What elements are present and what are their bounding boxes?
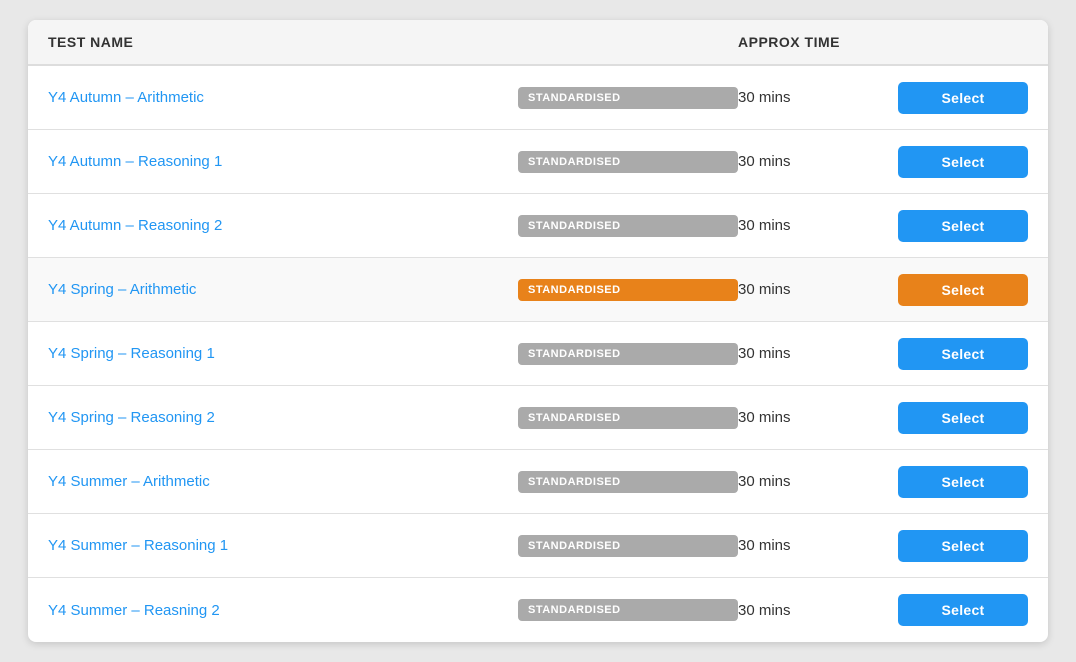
table-row: Y4 Summer – Reasning 2 STANDARDISED 30 m… — [28, 578, 1048, 642]
select-button[interactable]: Select — [898, 530, 1028, 562]
standardised-badge: STANDARDISED — [518, 279, 738, 301]
standardised-badge: STANDARDISED — [518, 471, 738, 493]
test-name-link[interactable]: Y4 Autumn – Arithmetic — [48, 89, 518, 106]
time-text: 30 mins — [738, 153, 898, 170]
select-button[interactable]: Select — [898, 402, 1028, 434]
table-body: Y4 Autumn – Arithmetic STANDARDISED 30 m… — [28, 66, 1048, 642]
test-name-link[interactable]: Y4 Autumn – Reasoning 1 — [48, 153, 518, 170]
standardised-badge: STANDARDISED — [518, 535, 738, 557]
table-row: Y4 Spring – Reasoning 1 STANDARDISED 30 … — [28, 322, 1048, 386]
time-text: 30 mins — [738, 281, 898, 298]
standardised-badge: STANDARDISED — [518, 151, 738, 173]
time-text: 30 mins — [738, 89, 898, 106]
table-row: Y4 Spring – Reasoning 2 STANDARDISED 30 … — [28, 386, 1048, 450]
table-row: Y4 Summer – Reasoning 1 STANDARDISED 30 … — [28, 514, 1048, 578]
standardised-badge: STANDARDISED — [518, 343, 738, 365]
select-button[interactable]: Select — [898, 146, 1028, 178]
select-button[interactable]: Select — [898, 82, 1028, 114]
test-table: TEST NAME APPROX TIME Y4 Autumn – Arithm… — [28, 20, 1048, 642]
test-name-link[interactable]: Y4 Spring – Arithmetic — [48, 281, 518, 298]
standardised-badge: STANDARDISED — [518, 599, 738, 621]
select-button[interactable]: Select — [898, 466, 1028, 498]
test-name-link[interactable]: Y4 Spring – Reasoning 1 — [48, 345, 518, 362]
table-row: Y4 Summer – Arithmetic STANDARDISED 30 m… — [28, 450, 1048, 514]
standardised-badge: STANDARDISED — [518, 215, 738, 237]
time-text: 30 mins — [738, 409, 898, 426]
test-name-link[interactable]: Y4 Autumn – Reasoning 2 — [48, 217, 518, 234]
col-header-test-name: TEST NAME — [48, 34, 518, 50]
table-row: Y4 Autumn – Arithmetic STANDARDISED 30 m… — [28, 66, 1048, 130]
col-header-action — [898, 34, 1028, 50]
select-button[interactable]: Select — [898, 274, 1028, 306]
test-name-link[interactable]: Y4 Summer – Reasning 2 — [48, 602, 518, 619]
time-text: 30 mins — [738, 602, 898, 619]
col-header-approx-time: APPROX TIME — [738, 34, 898, 50]
select-button[interactable]: Select — [898, 594, 1028, 626]
table-header: TEST NAME APPROX TIME — [28, 20, 1048, 66]
standardised-badge: STANDARDISED — [518, 407, 738, 429]
time-text: 30 mins — [738, 345, 898, 362]
standardised-badge: STANDARDISED — [518, 87, 738, 109]
test-name-link[interactable]: Y4 Spring – Reasoning 2 — [48, 409, 518, 426]
col-header-badge — [518, 34, 738, 50]
select-button[interactable]: Select — [898, 338, 1028, 370]
time-text: 30 mins — [738, 473, 898, 490]
test-name-link[interactable]: Y4 Summer – Reasoning 1 — [48, 537, 518, 554]
table-row: Y4 Autumn – Reasoning 1 STANDARDISED 30 … — [28, 130, 1048, 194]
time-text: 30 mins — [738, 217, 898, 234]
time-text: 30 mins — [738, 537, 898, 554]
table-row: Y4 Spring – Arithmetic STANDARDISED 30 m… — [28, 258, 1048, 322]
table-row: Y4 Autumn – Reasoning 2 STANDARDISED 30 … — [28, 194, 1048, 258]
test-name-link[interactable]: Y4 Summer – Arithmetic — [48, 473, 518, 490]
select-button[interactable]: Select — [898, 210, 1028, 242]
